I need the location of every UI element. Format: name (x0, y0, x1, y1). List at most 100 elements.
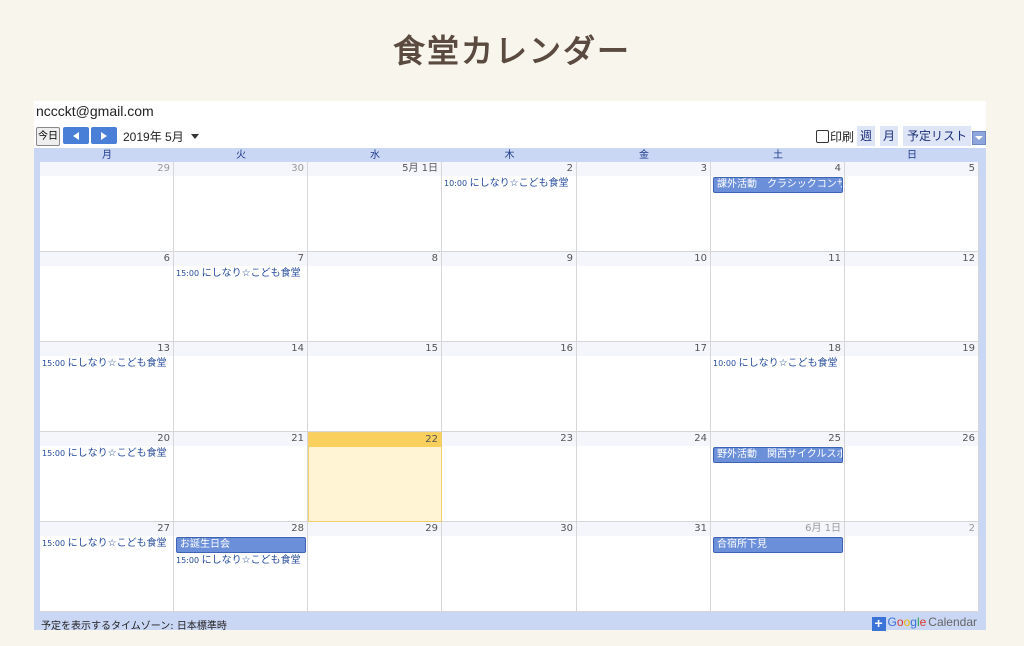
day-cell[interactable]: 14 (174, 342, 308, 432)
day-number[interactable]: 10 (577, 252, 710, 266)
day-number[interactable]: 17 (577, 342, 710, 356)
day-cell[interactable]: 26 (845, 432, 979, 522)
day-cell[interactable]: 4 課外活動 クラシックコンサ (711, 162, 845, 252)
day-number[interactable]: 4 (711, 162, 844, 176)
today-button[interactable]: 今日 (36, 127, 60, 146)
day-cell[interactable]: 29 (40, 162, 174, 252)
day-cell[interactable]: 21 (174, 432, 308, 522)
prev-month-button[interactable] (63, 127, 89, 144)
day-cell[interactable]: 10 (577, 252, 711, 342)
day-number[interactable]: 23 (442, 432, 576, 446)
day-cell[interactable]: 6 (40, 252, 174, 342)
tab-agenda[interactable]: 予定リスト (903, 126, 971, 146)
day-cell-today[interactable]: 22 (308, 432, 442, 522)
day-number[interactable]: 12 (845, 252, 978, 266)
day-number[interactable]: 2 (845, 522, 978, 536)
day-cell[interactable]: 11 (711, 252, 845, 342)
day-cell[interactable]: 16 (442, 342, 577, 432)
day-number[interactable]: 19 (845, 342, 978, 356)
google-calendar-button[interactable]: + Google Calendar (871, 614, 977, 631)
chevron-right-icon (101, 132, 107, 140)
day-number[interactable]: 6 (40, 252, 173, 266)
day-number[interactable]: 3 (577, 162, 710, 176)
day-number[interactable]: 9 (442, 252, 576, 266)
all-day-event[interactable]: お誕生日会 (176, 537, 306, 553)
day-number[interactable]: 29 (40, 162, 173, 176)
day-cell[interactable]: 28 お誕生日会 15:00 にしなり☆こども食堂 (174, 522, 308, 612)
day-number[interactable]: 6月 1日 (711, 522, 844, 536)
all-day-event[interactable]: 合宿所下見 (713, 537, 843, 553)
day-number[interactable]: 24 (577, 432, 710, 446)
all-day-event[interactable]: 課外活動 クラシックコンサ (713, 177, 843, 193)
day-cell[interactable]: 5月 1日 (308, 162, 442, 252)
timed-event[interactable]: 15:00 にしなり☆こども食堂 (174, 267, 307, 281)
day-number[interactable]: 27 (40, 522, 173, 536)
day-number[interactable]: 2 (442, 162, 576, 176)
day-number[interactable]: 14 (174, 342, 307, 356)
day-cell[interactable]: 20 15:00 にしなり☆こども食堂 (40, 432, 174, 522)
page-title: 食堂カレンダー (392, 32, 631, 70)
day-cell[interactable]: 7 15:00 にしなり☆こども食堂 (174, 252, 308, 342)
timed-event[interactable]: 15:00 にしなり☆こども食堂 (40, 357, 173, 371)
tab-week[interactable]: 週 (857, 126, 875, 146)
weekday-label: 月 (102, 150, 112, 161)
day-number[interactable]: 5 (845, 162, 978, 176)
day-cell[interactable]: 6月 1日 合宿所下見 (711, 522, 845, 612)
day-cell[interactable]: 27 15:00 にしなり☆こども食堂 (40, 522, 174, 612)
day-cell[interactable]: 15 (308, 342, 442, 432)
day-number[interactable]: 30 (442, 522, 576, 536)
day-cell[interactable]: 12 (845, 252, 979, 342)
day-number[interactable]: 8 (308, 252, 441, 266)
all-day-event[interactable]: 野外活動 関西サイクルスポ (713, 447, 843, 463)
timed-event[interactable]: 10:00 にしなり☆こども食堂 (711, 357, 844, 371)
day-number[interactable]: 22 (309, 433, 441, 447)
timed-event[interactable]: 15:00 にしなり☆こども食堂 (40, 537, 173, 551)
day-cell[interactable]: 19 (845, 342, 979, 432)
chevron-left-icon (73, 132, 79, 140)
month-grid: 月火水木金土日 29 30 5月 1日 2 10:00 にしなり☆こども食堂 3 4 課外活動… (34, 148, 986, 632)
day-number[interactable]: 30 (174, 162, 307, 176)
next-month-button[interactable] (91, 127, 117, 144)
month-picker-dropdown-icon[interactable] (191, 134, 199, 139)
day-cell[interactable]: 13 15:00 にしなり☆こども食堂 (40, 342, 174, 432)
print-button[interactable]: 印刷 (816, 128, 854, 145)
timed-event[interactable]: 15:00 にしなり☆こども食堂 (40, 447, 173, 461)
day-cell[interactable]: 17 (577, 342, 711, 432)
day-number[interactable]: 11 (711, 252, 844, 266)
day-number[interactable]: 5月 1日 (308, 162, 441, 176)
day-number[interactable]: 15 (308, 342, 441, 356)
day-cell[interactable]: 29 (308, 522, 442, 612)
event-time: 15:00 (42, 539, 68, 548)
timed-event[interactable]: 10:00 にしなり☆こども食堂 (442, 177, 576, 191)
tab-month[interactable]: 月 (880, 126, 898, 146)
day-number[interactable]: 7 (174, 252, 307, 266)
day-cell[interactable]: 30 (442, 522, 577, 612)
day-number[interactable]: 16 (442, 342, 576, 356)
day-number[interactable]: 18 (711, 342, 844, 356)
day-cell[interactable]: 8 (308, 252, 442, 342)
day-number[interactable]: 26 (845, 432, 978, 446)
day-number[interactable]: 13 (40, 342, 173, 356)
day-number[interactable]: 28 (174, 522, 307, 536)
timed-event[interactable]: 15:00 にしなり☆こども食堂 (174, 554, 307, 568)
event-time: 15:00 (42, 359, 68, 368)
day-number[interactable]: 20 (40, 432, 173, 446)
day-cell[interactable]: 9 (442, 252, 577, 342)
day-cell[interactable]: 24 (577, 432, 711, 522)
day-number[interactable]: 25 (711, 432, 844, 446)
view-menu-dropdown[interactable] (972, 131, 986, 145)
day-cell[interactable]: 30 (174, 162, 308, 252)
event-title: にしなり☆こども食堂 (67, 538, 167, 549)
day-number[interactable]: 29 (308, 522, 441, 536)
day-number[interactable]: 21 (174, 432, 307, 446)
day-cell[interactable]: 23 (442, 432, 577, 522)
day-cell[interactable]: 2 (845, 522, 979, 612)
day-cell[interactable]: 31 (577, 522, 711, 612)
day-number[interactable]: 31 (577, 522, 710, 536)
day-cell[interactable]: 25 野外活動 関西サイクルスポ (711, 432, 845, 522)
day-cell[interactable]: 5 (845, 162, 979, 252)
day-cell[interactable]: 3 (577, 162, 711, 252)
day-cell[interactable]: 2 10:00 にしなり☆こども食堂 (442, 162, 577, 252)
event-title: にしなり☆こども食堂 (67, 448, 167, 459)
day-cell[interactable]: 18 10:00 にしなり☆こども食堂 (711, 342, 845, 432)
